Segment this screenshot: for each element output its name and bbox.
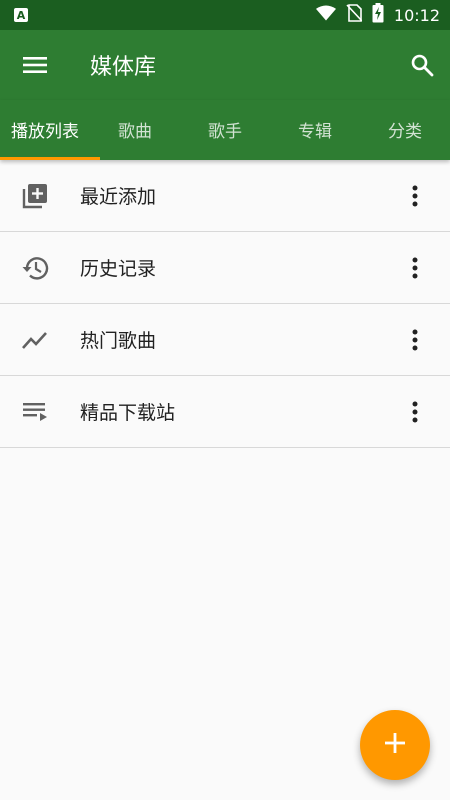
tab-albums[interactable]: 专辑 [270, 100, 360, 160]
app-root: A 10:12 媒体库 播放列表 歌曲 歌手 专辑 分类 最近添加 历史记录 热… [0, 0, 450, 800]
wifi-icon [315, 5, 336, 25]
more-vert-icon[interactable] [395, 392, 435, 432]
status-time: 10:12 [393, 5, 440, 25]
list-item-downloads[interactable]: 精品下载站 [0, 376, 450, 448]
tab-genres[interactable]: 分类 [360, 100, 450, 160]
page-title: 媒体库 [90, 55, 157, 80]
add-icon [384, 732, 406, 758]
list-item-recently-added[interactable]: 最近添加 [0, 160, 450, 232]
status-right: 10:12 [315, 3, 440, 27]
history-icon [20, 253, 50, 283]
app-notification-icon: A [14, 8, 28, 22]
tab-playlists[interactable]: 播放列表 [0, 100, 90, 160]
more-vert-icon[interactable] [395, 248, 435, 288]
list-item-label: 最近添加 [80, 186, 157, 208]
playlist-add-icon [20, 181, 50, 211]
more-vert-icon[interactable] [395, 176, 435, 216]
tab-songs[interactable]: 歌曲 [90, 100, 180, 160]
list-item-history[interactable]: 历史记录 [0, 232, 450, 304]
list-item-label: 精品下载站 [80, 402, 176, 424]
no-sim-icon [346, 4, 363, 26]
list-item-label: 历史记录 [80, 258, 157, 280]
menu-icon[interactable] [22, 52, 48, 78]
tab-bar: 播放列表 歌曲 歌手 专辑 分类 [0, 100, 450, 160]
more-vert-icon[interactable] [395, 320, 435, 360]
queue-music-icon [20, 397, 50, 427]
tab-indicator [0, 157, 100, 160]
search-icon[interactable] [408, 51, 436, 79]
playlist-list: 最近添加 历史记录 热门歌曲 精品下载站 [0, 160, 450, 448]
trending-icon [20, 325, 50, 355]
tab-artists[interactable]: 歌手 [180, 100, 270, 160]
status-bar: A 10:12 [0, 0, 450, 30]
add-playlist-button[interactable] [360, 710, 430, 780]
status-left: A [14, 8, 28, 22]
list-item-trending[interactable]: 热门歌曲 [0, 304, 450, 376]
list-item-label: 热门歌曲 [80, 330, 157, 352]
app-bar: 媒体库 [0, 30, 450, 100]
battery-charging-icon [372, 3, 384, 27]
